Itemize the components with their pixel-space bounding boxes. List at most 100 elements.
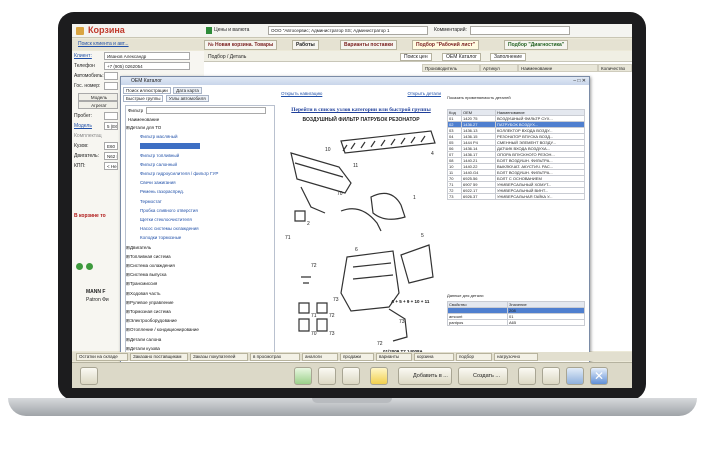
car-input[interactable] <box>104 72 118 80</box>
tree-item[interactable]: Колодки тормозные <box>140 235 181 240</box>
oem-catalog-button[interactable]: OEM Каталог <box>442 53 481 61</box>
tree-group[interactable]: Отопление / кондиционирование <box>130 327 199 332</box>
tab-diagnostics[interactable]: Подбор "Диагностика" <box>504 40 569 50</box>
col-qty[interactable]: Количество <box>598 64 632 72</box>
tree-item[interactable] <box>140 143 200 150</box>
bottom-tab[interactable]: Заказано поставщикам <box>130 353 188 361</box>
tree-item[interactable]: Насос системы охлаждения <box>140 226 199 231</box>
model-link[interactable]: Модель <box>74 123 92 129</box>
col-name[interactable]: Наименование <box>518 64 598 72</box>
col-producer[interactable]: Производитель <box>422 64 480 72</box>
table-row[interactable]: 73 6926.37 УНИВЕРСАЛЬНАЯ ГАЙКА У... <box>447 193 585 200</box>
tree-item[interactable]: Фильтр топливный <box>140 153 179 158</box>
comment-input[interactable] <box>470 26 570 35</box>
filter-input[interactable] <box>146 107 266 114</box>
table-cell: 73 <box>447 193 462 200</box>
tab-quick-groups[interactable]: Быстрые группы <box>123 95 164 102</box>
tree-item[interactable]: Щетки стеклоочистителя <box>140 217 192 222</box>
tree-group[interactable]: Система охлаждения <box>130 263 175 268</box>
brand-row[interactable]: Patron Фи <box>86 297 109 303</box>
tab-data-card[interactable]: Дата карта <box>173 87 202 94</box>
tree-item[interactable]: Ремень газораспред. <box>140 189 184 194</box>
tree-group[interactable]: Тормозная система <box>130 309 171 314</box>
tree-group[interactable]: Ходовая часть <box>130 291 161 296</box>
bottom-tab[interactable]: Остатки на складе <box>76 353 128 361</box>
kpp-value[interactable]: < Не <box>104 162 118 170</box>
bottom-tab[interactable]: варианты <box>376 353 412 361</box>
search-client-link[interactable]: Поиск клиента и авт... <box>78 41 129 47</box>
tree-item[interactable]: Свечи зажигания <box>140 180 176 185</box>
tree-item[interactable]: Термостат <box>140 199 162 204</box>
tree-item[interactable]: Пробка сливного отверстия <box>140 208 198 213</box>
refresh-icon[interactable] <box>318 367 336 385</box>
create-button[interactable]: Создать ... <box>458 367 508 385</box>
col-article[interactable]: Артикул <box>480 64 518 72</box>
tab-worksheet[interactable]: Подбор "Рабочий лист" <box>412 40 480 50</box>
open-details-link[interactable]: Открыть детали <box>407 91 441 96</box>
prices-button[interactable]: Цены и валюта <box>214 27 249 33</box>
client-input[interactable]: Иванов Александр <box>104 52 190 60</box>
lightbulb-icon[interactable] <box>370 367 388 385</box>
table-cell: A65 <box>507 319 585 326</box>
brand-row[interactable]: MANN F <box>86 289 105 295</box>
cash-register-icon[interactable] <box>342 367 360 385</box>
tab-new-cart[interactable]: № Новая корзина. Товары <box>204 40 278 50</box>
add-icon[interactable] <box>86 263 93 270</box>
dialog-window-buttons[interactable]: – □ ✕ <box>573 77 586 85</box>
aggregate-button[interactable]: Агрегат <box>78 101 118 109</box>
tab-illustration-search[interactable]: Поиск иллюстрации <box>123 87 171 94</box>
table-cell: 6926.37 <box>461 193 496 200</box>
tree-item[interactable]: Фильтр масляный <box>140 134 178 139</box>
plate-input[interactable] <box>104 82 118 90</box>
tree-group[interactable]: Рулевое управление <box>130 300 174 305</box>
diagram-heading-link[interactable]: Перейти в список узлов категории или быс… <box>281 107 441 113</box>
bottom-tab[interactable]: продажи <box>340 353 374 361</box>
laptop-notch <box>312 398 392 403</box>
parts-caption: Показать применяемость деталей <box>447 95 511 100</box>
org-field[interactable]: ООО "Автосервис; Администратор SS; Админ… <box>268 26 428 35</box>
tree-group[interactable]: Двигатель <box>130 245 151 250</box>
tree-item[interactable]: Фильтр салонный <box>140 162 177 167</box>
fill-button[interactable]: Заполнение <box>490 53 526 61</box>
phone-input[interactable]: +7 (905) 0262054 <box>104 62 190 70</box>
printer-icon[interactable] <box>80 367 98 385</box>
main-tabs: № Новая корзина. Товары Работы Варианты … <box>72 39 632 50</box>
mileage-input[interactable] <box>104 112 118 120</box>
refresh-icon[interactable] <box>76 263 83 270</box>
tree-group[interactable]: Топливная система <box>130 254 171 259</box>
bottom-tab[interactable]: Заказы покупателей <box>190 353 248 361</box>
table-row[interactable]: pantpos A65 <box>447 319 585 326</box>
tree-group[interactable]: Система выпуска <box>130 272 166 277</box>
tree-group[interactable]: Трансмиссия <box>130 281 157 286</box>
bottom-tab[interactable]: в просмотрах <box>250 353 300 361</box>
tree-group[interactable]: Детали кузова <box>130 346 160 351</box>
check-icon[interactable] <box>294 367 312 385</box>
svg-text:73: 73 <box>399 319 405 325</box>
tab-car-nodes[interactable]: Узлы автомобиля <box>165 95 209 102</box>
svg-text:70: 70 <box>311 331 317 337</box>
complect-label: Комплектац <box>74 133 102 139</box>
bottom-tab[interactable]: корзина <box>414 353 454 361</box>
add-to-button[interactable]: Добавить в ... <box>398 367 452 385</box>
tab-works[interactable]: Работы <box>292 40 319 50</box>
tab-delivery[interactable]: Варианты поставки <box>340 40 398 50</box>
tree-item[interactable]: Фильтр гидроусилителя / фильтр ГУР <box>140 171 218 176</box>
bottom-tab[interactable]: аналоги <box>302 353 338 361</box>
export-icon[interactable] <box>518 367 536 385</box>
open-navigation-link[interactable]: Открыть навигацию <box>281 91 322 96</box>
mileage-label: Пробег: <box>74 113 92 119</box>
tree-group[interactable]: Детали для ТО <box>130 125 161 130</box>
client-label: Клиент: <box>74 53 92 59</box>
save-icon[interactable] <box>566 367 584 385</box>
tree-group[interactable]: Детали салона <box>130 337 161 342</box>
model-button[interactable]: Модель <box>78 93 118 101</box>
bottom-tab[interactable]: нагрузочно <box>494 353 538 361</box>
svg-text:73: 73 <box>329 331 335 337</box>
bottom-tab[interactable]: подбор <box>456 353 492 361</box>
import-icon[interactable] <box>542 367 560 385</box>
svg-text:71: 71 <box>311 313 317 319</box>
tree-group[interactable]: Электрооборудование <box>130 318 177 323</box>
search-prices-button[interactable]: Поиск цен <box>400 53 432 61</box>
exploded-diagram[interactable]: 10 11 4 1 2 71 70 6 5 72 73 71 72 70 73 … <box>281 127 441 355</box>
close-icon[interactable]: ✕ <box>590 367 608 385</box>
